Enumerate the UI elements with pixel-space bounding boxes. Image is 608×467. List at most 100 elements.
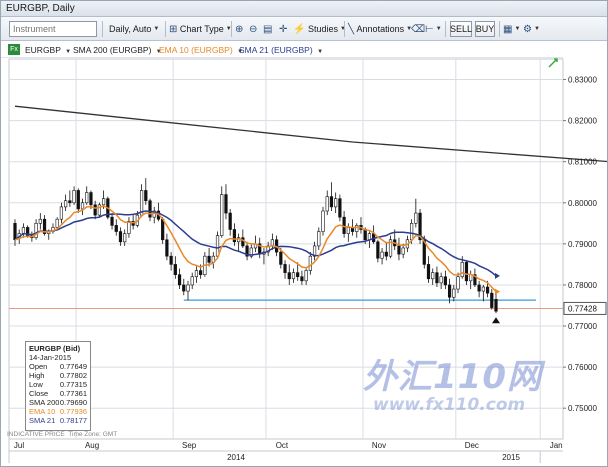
timezone-text: Time Zone: GMT [68, 431, 118, 438]
info-row-label: SMA 200 [29, 398, 60, 407]
chart-overlay [9, 58, 563, 324]
x-month-label: Sep [182, 441, 197, 450]
candle-body [439, 276, 443, 284]
info-row: High 0.77802 [29, 371, 87, 380]
candle-body [118, 231, 123, 243]
candle-body [414, 212, 418, 224]
candle-body [431, 272, 435, 280]
current-price-label: 0.77428 [568, 304, 597, 313]
candle-body [447, 284, 452, 298]
candle-body [177, 274, 182, 286]
candle-body [287, 272, 291, 280]
candle-body [194, 270, 199, 278]
ema10-end-marker [495, 288, 500, 295]
candle-body [456, 276, 460, 290]
sma21-end-marker [495, 272, 500, 279]
candle-body [363, 229, 367, 241]
y-tick-label: 0.83000 [568, 76, 597, 85]
candle-body [68, 200, 72, 204]
x-month-label: Aug [85, 441, 99, 450]
y-axis: 0.83000 0.82000 0.81000 0.80000 0.79000 0.780… [563, 76, 607, 413]
info-title: EURGBP (Bid) [29, 344, 81, 353]
info-rows: Open 0.77649 High 0.77802 Low 0.77315 Close 0.7… [29, 362, 87, 425]
candle-body [342, 216, 346, 234]
candle-body [338, 198, 342, 218]
candle-body [173, 264, 177, 275]
watermark-url: www.fx110.com [373, 395, 526, 415]
candle-body [410, 223, 414, 241]
candle-body [329, 196, 334, 208]
chart-window: EURGBP, Daily Daily, Auto▼ ⊞ Chart Type▼… [0, 0, 608, 467]
indicative-price-label: INDICATIVE PRICE Time Zone: GMT [7, 431, 117, 438]
info-row-label: EMA 10 [29, 407, 56, 416]
y-tick-label: 0.81000 [568, 158, 597, 167]
candle-body [72, 190, 76, 204]
candle-body [38, 218, 42, 224]
y-tick-label: 0.75000 [568, 404, 597, 413]
x-month-label: Jul [14, 441, 24, 450]
candle-body [435, 272, 439, 284]
x-month-label: Nov [372, 441, 386, 450]
last-bar-marker [492, 317, 500, 324]
info-row-value: 0.79690 [59, 398, 87, 407]
candle-body [452, 288, 456, 298]
y-tick-label: 0.78000 [568, 281, 597, 290]
candle-body [228, 212, 232, 230]
candle-body [308, 255, 312, 271]
indicative-text: INDICATIVE PRICE [7, 431, 65, 438]
candle-body [460, 262, 464, 278]
candle-body [283, 264, 287, 273]
candle-body [291, 272, 296, 280]
candle-body [161, 218, 165, 241]
candle-body [215, 235, 220, 257]
info-row-value: 0.77361 [59, 389, 87, 398]
candle-body [101, 198, 106, 206]
candle-body [401, 247, 405, 255]
x-month-label: Dec [465, 441, 479, 450]
candle-body [80, 202, 85, 210]
x-year-label: 2015 [502, 453, 520, 462]
candle-body [123, 233, 127, 243]
autoscroll-icon [548, 58, 558, 68]
ohlc-info-box: EURGBP (Bid) 14-Jan-2015 Open 0.77649 High… [25, 341, 91, 431]
candle-body [186, 284, 190, 292]
candle-body [300, 276, 304, 282]
candle-body [13, 223, 17, 241]
info-row-value: 0.77802 [59, 371, 87, 380]
candle-body [64, 200, 68, 208]
y-tick-label: 0.79000 [568, 240, 597, 249]
candle-body [321, 210, 325, 232]
candle-body [346, 227, 350, 234]
candle-body [224, 194, 228, 214]
x-month-label: Jan [550, 441, 563, 450]
candle-body [199, 270, 203, 275]
info-row-value: 0.77649 [59, 362, 87, 371]
candle-body [464, 262, 469, 282]
candle-body [241, 237, 245, 247]
candle-body [59, 206, 64, 220]
candle-body [76, 190, 80, 210]
x-month-label: Oct [276, 441, 289, 450]
candle-body [279, 251, 283, 265]
info-date: 14-Jan-2015 [29, 353, 72, 362]
y-tick-label: 0.76000 [568, 363, 597, 372]
candle-body [85, 192, 89, 204]
candle-body [380, 251, 384, 259]
info-row-value: 0.78177 [59, 416, 87, 425]
candle-body [114, 225, 118, 232]
candle-body [110, 216, 114, 226]
candle-body [481, 286, 485, 292]
info-row-label: High [29, 371, 45, 380]
candle-body [376, 241, 380, 259]
candle-body [325, 196, 329, 212]
info-row: SMA 21 0.78177 [29, 416, 87, 425]
candle-body [304, 270, 308, 282]
candle-body [21, 227, 26, 234]
info-row-label: Close [29, 389, 49, 398]
candle-body [426, 264, 431, 280]
candle-body [232, 229, 237, 243]
candle-body [355, 225, 359, 232]
candle-body [485, 286, 490, 294]
candle-body [182, 284, 186, 292]
info-row: SMA 200 0.79690 [29, 398, 87, 407]
